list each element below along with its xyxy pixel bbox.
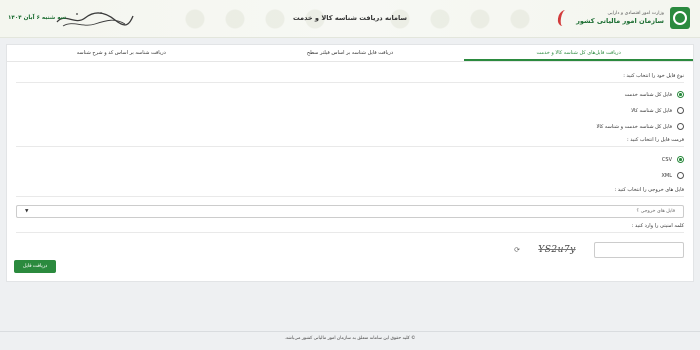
download-file-button[interactable]: دریافت فایل [14, 260, 56, 273]
tab-full-id-files[interactable]: دریافت فایل‌های کل شناسه کالا و خدمت [464, 45, 693, 61]
tab-filter-level[interactable]: دریافت فایل شناسه بر اساس فیلتر سطح [236, 45, 465, 61]
main-panel: دریافت فایل‌های کل شناسه کالا و خدمت دری… [6, 44, 694, 282]
radio-label: فایل کل شناسه کالا [631, 107, 672, 114]
file-type-label: نوع فایل خود را انتخاب کنید : [623, 73, 684, 79]
divider [16, 196, 684, 197]
divider [16, 146, 684, 147]
select-placeholder: فایل های خروجی ؟ [636, 209, 675, 214]
footer-copyright: © کلیه حقوق این سامانه متعلق به سازمان ا… [284, 336, 416, 341]
radio-format-xml[interactable]: XML [16, 172, 684, 179]
radio-label: CSV [661, 156, 672, 163]
chevron-down-icon: ▼ [25, 209, 29, 214]
radio-format-csv[interactable]: CSV [16, 156, 684, 163]
radio-label: XML [661, 172, 672, 179]
radio-label: فایل کل شناسه خدمت [624, 91, 672, 98]
tab-code-description[interactable]: دریافت شناسه بر اساس کد و شرح شناسه [7, 45, 236, 61]
output-files-label: فایل های خروجی را انتخاب کنید : [614, 187, 684, 193]
captcha-input[interactable] [594, 242, 684, 258]
current-date: سه شنبه ۶ آبان ۱۴۰۴ [8, 15, 67, 21]
divider [16, 82, 684, 83]
radio-goods-ids[interactable]: فایل کل شناسه کالا [16, 107, 684, 114]
radio-service-ids[interactable]: فایل کل شناسه خدمت [16, 91, 684, 98]
radio-label: فایل کل شناسه خدمت و شناسه کالا [596, 123, 672, 130]
radio-button[interactable] [677, 156, 684, 163]
footer-divider [0, 331, 700, 332]
calligraphy-logo-icon [56, 12, 134, 27]
divider [16, 232, 684, 233]
radio-service-and-goods-ids[interactable]: فایل کل شناسه خدمت و شناسه کالا [16, 123, 684, 130]
radio-button[interactable] [677, 91, 684, 98]
radio-button[interactable] [677, 123, 684, 130]
captcha-row: YS2u7y ⟳ [16, 242, 684, 258]
captcha-label: کلمه امنیتی را وارد کنید : [631, 223, 684, 229]
radio-button[interactable] [677, 107, 684, 114]
radio-button[interactable] [677, 172, 684, 179]
tab-bar: دریافت فایل‌های کل شناسه کالا و خدمت دری… [7, 45, 693, 62]
refresh-captcha-icon[interactable]: ⟳ [514, 246, 520, 254]
form-content: نوع فایل خود را انتخاب کنید : فایل کل شن… [7, 73, 693, 258]
header: وزارت امور اقتصادی و دارایی سازمان امور … [0, 0, 700, 38]
output-files-select[interactable]: فایل های خروجی ؟ ▼ [16, 205, 684, 218]
format-label: فرمت فایل را انتخاب کنید : [626, 137, 684, 143]
captcha-image: YS2u7y [538, 244, 576, 255]
